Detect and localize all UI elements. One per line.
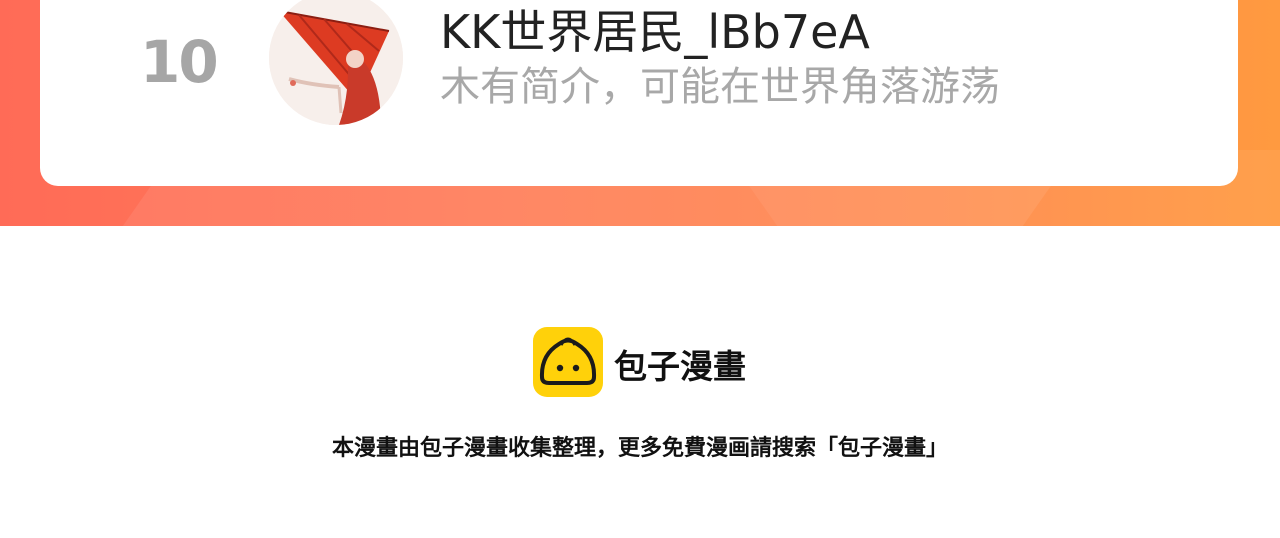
ranking-card[interactable]: 10 KK世界居民_lBb7eA 木有简介，可能在世界角落游荡 — [40, 0, 1238, 186]
user-bio: 木有简介，可能在世界角落游荡 — [440, 64, 1000, 110]
footer-note: 本漫畫由包子漫畫收集整理，更多免費漫画請搜索「包子漫畫」 — [331, 436, 948, 461]
brand-name: 包子漫畫 — [614, 347, 746, 386]
user-avatar[interactable] — [269, 0, 403, 125]
user-avatar-red-umbrella-icon — [269, 0, 403, 125]
username[interactable]: KK世界居民_lBb7eA — [440, 0, 870, 62]
rank-number: 10 — [140, 28, 219, 96]
baozi-manhua-logo-icon — [533, 327, 603, 397]
ranking-banner: 10 KK世界居民_lBb7eA 木有简介，可能在世界角落游荡 — [0, 0, 1280, 226]
